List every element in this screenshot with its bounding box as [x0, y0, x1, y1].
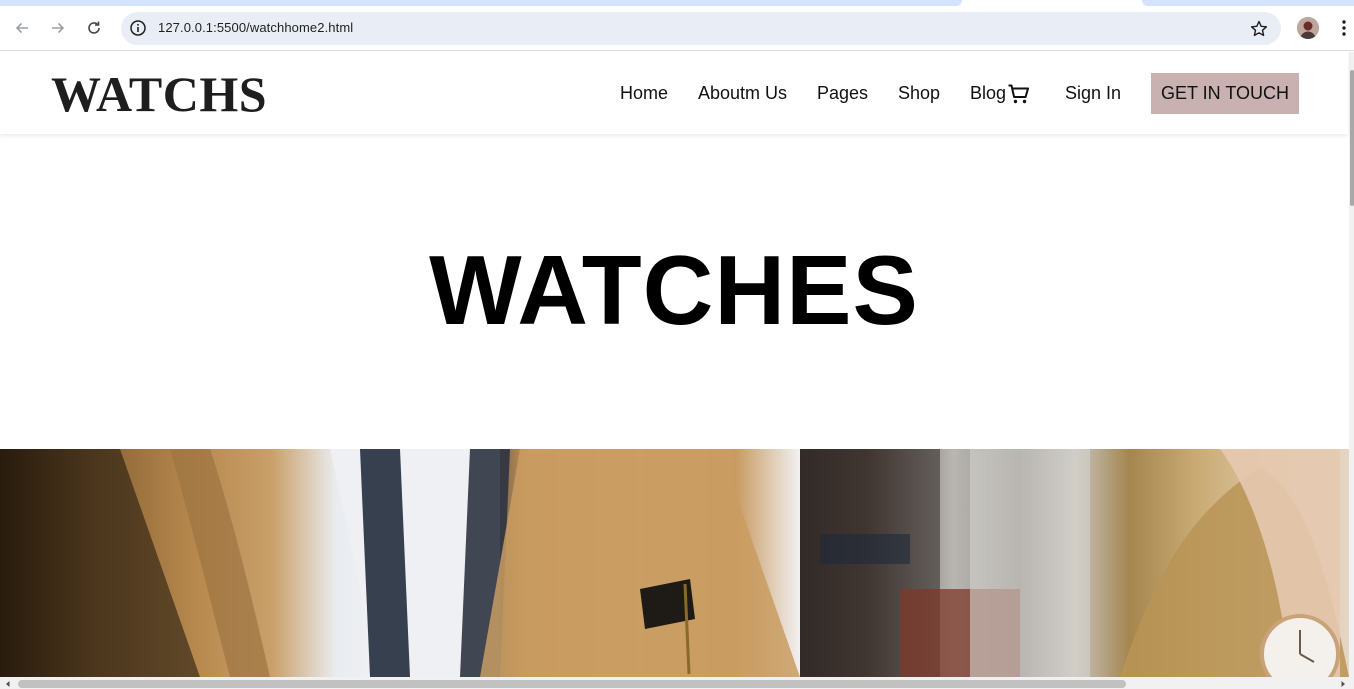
forward-button[interactable]	[44, 14, 72, 42]
site-info-icon[interactable]	[129, 19, 147, 37]
nav-link-blog[interactable]: Blog	[970, 83, 1006, 103]
watch-illustration	[800, 449, 1349, 677]
nav-link-pages[interactable]: Pages	[817, 83, 868, 103]
reload-icon	[88, 21, 100, 34]
man-in-tan-suit-photo	[0, 449, 800, 677]
site-header: WATCHS Home Aboutm Us Pages Shop Blog Si…	[0, 52, 1348, 134]
get-in-touch-button[interactable]: GET IN TOUCH	[1151, 73, 1299, 114]
profile-avatar[interactable]	[1297, 17, 1319, 39]
nav-link-shop[interactable]: Shop	[898, 83, 940, 103]
browser-toolbar: 127.0.0.1:5500/watchhome2.html	[0, 6, 1354, 51]
reload-button[interactable]	[80, 14, 108, 42]
avatar-icon	[1297, 17, 1319, 39]
scroll-right-arrow-icon[interactable]	[1338, 679, 1348, 689]
nav-link-about[interactable]: Aboutm Us	[698, 83, 787, 103]
cart-icon[interactable]	[1007, 82, 1031, 106]
bookmark-star-icon[interactable]	[1249, 19, 1269, 39]
address-bar[interactable]: 127.0.0.1:5500/watchhome2.html	[121, 12, 1281, 45]
wrist-watch-photo	[800, 449, 1349, 677]
hero-title: WATCHES	[429, 235, 919, 345]
browser-menu-icon[interactable]	[1334, 18, 1354, 38]
vertical-scrollbar-thumb[interactable]	[1350, 70, 1354, 206]
url-text[interactable]: 127.0.0.1:5500/watchhome2.html	[158, 20, 353, 35]
scroll-left-arrow-icon[interactable]	[3, 679, 13, 689]
nav-link-home[interactable]: Home	[620, 83, 668, 103]
site-logo[interactable]: WATCHS	[51, 68, 267, 120]
arrow-right-icon	[52, 22, 65, 34]
suit-illustration	[0, 449, 800, 677]
horizontal-scrollbar-thumb[interactable]	[18, 680, 1126, 688]
arrow-left-icon	[15, 22, 28, 34]
sign-in-link[interactable]: Sign In	[1065, 83, 1121, 103]
back-button[interactable]	[8, 14, 36, 42]
